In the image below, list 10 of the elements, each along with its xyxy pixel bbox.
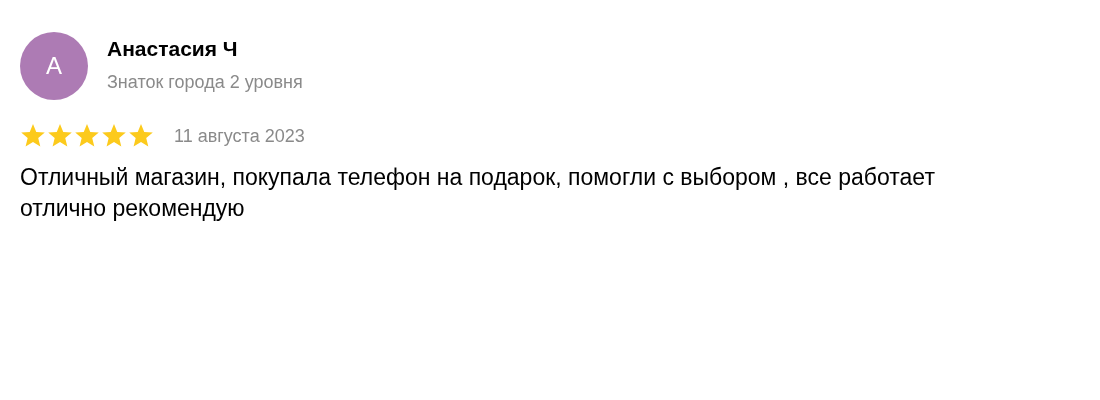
author-name: Анастасия Ч <box>107 36 239 62</box>
star-icon <box>20 124 46 148</box>
star-icon <box>47 124 73 148</box>
star-icon <box>128 124 154 148</box>
star-icon <box>74 124 100 148</box>
review-text: Отличный магазин, покупала телефон на подарок, помогли с выбором , все работает отлично рекомендую <box>20 163 936 223</box>
author-status: Знаток города 2 уровня <box>107 71 303 94</box>
avatar: А <box>20 32 88 100</box>
review-date: 11 августа 2023 <box>174 125 305 147</box>
star-icon <box>101 124 127 148</box>
